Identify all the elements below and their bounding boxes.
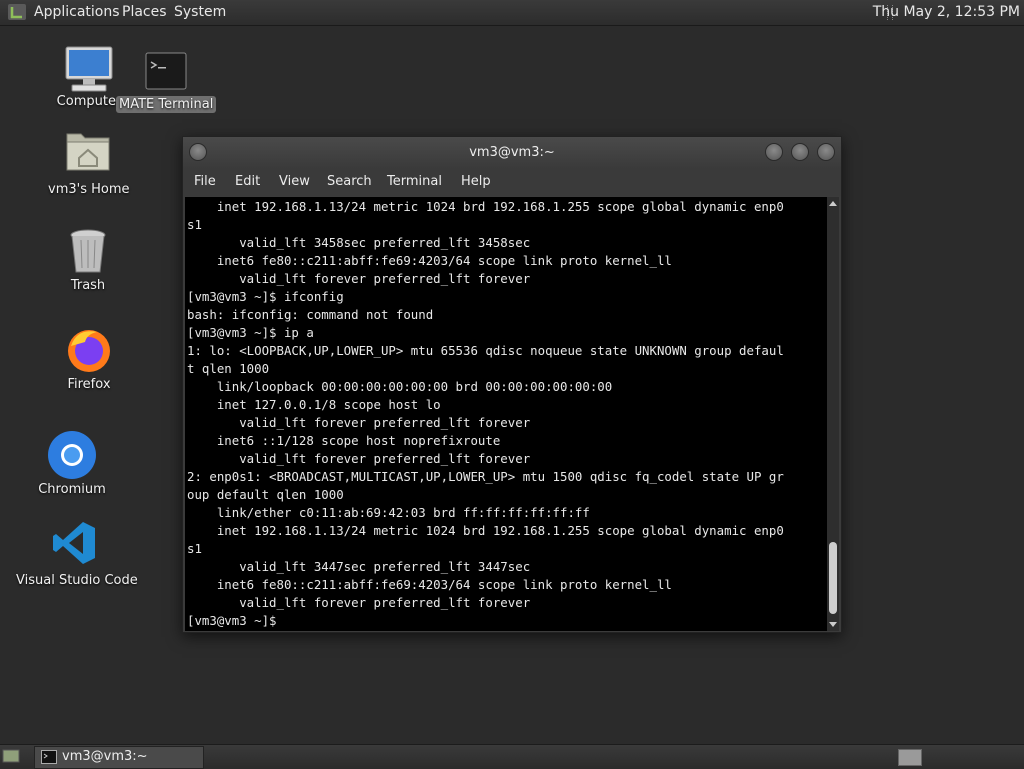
menu-edit[interactable]: Edit — [235, 174, 260, 189]
menu-search[interactable]: Search — [327, 174, 372, 189]
menu-view[interactable]: View — [279, 174, 310, 189]
taskbar-item-label: vm3@vm3:~ — [62, 749, 148, 764]
computer-icon — [65, 46, 113, 92]
menu-terminal[interactable]: Terminal — [387, 174, 442, 189]
terminal-line: [vm3@vm3 ~]$ ifconfig — [187, 289, 344, 304]
terminal-line: oup default qlen 1000 — [187, 487, 344, 502]
mate-menu-icon[interactable] — [8, 4, 26, 20]
terminal-line: [vm3@vm3 ~]$ — [187, 613, 284, 628]
terminal-line: inet 192.168.1.13/24 metric 1024 brd 192… — [216, 199, 784, 214]
terminal-icon — [41, 750, 57, 764]
scrollbar-thumb[interactable] — [829, 542, 837, 614]
workspace-switcher[interactable] — [898, 749, 922, 766]
terminal-menubar: File Edit View Search Terminal Help — [183, 169, 841, 196]
firefox-icon — [68, 330, 110, 372]
vscode-icon — [53, 522, 95, 564]
terminal-line: t qlen 1000 — [187, 361, 270, 376]
clock[interactable]: Thu May 2, 12:53 PM — [873, 4, 1020, 20]
system-menu[interactable]: System — [174, 4, 226, 20]
minimize-button[interactable] — [765, 143, 783, 161]
desktop-icon-label: Visual Studio Code — [16, 573, 138, 588]
terminal-line: 2: enp0s1: <BROADCAST,MULTICAST,UP,LOWER… — [187, 469, 784, 484]
taskbar-item-terminal[interactable]: vm3@vm3:~ — [34, 746, 204, 769]
terminal-output[interactable]: inet 192.168.1.13/24 metric 1024 brd 192… — [185, 197, 827, 631]
terminal-line: 1: lo: <LOOPBACK,UP,LOWER_UP> mtu 65536 … — [187, 343, 784, 358]
show-desktop-icon[interactable] — [2, 748, 20, 764]
terminal-line: bash: ifconfig: command not found — [187, 307, 434, 322]
terminal-line: s1 — [187, 217, 202, 232]
window-titlebar[interactable]: vm3@vm3:~ — [183, 137, 841, 169]
terminal-line: valid_lft 3458sec preferred_lft 3458sec — [239, 235, 531, 250]
close-button[interactable] — [817, 143, 835, 161]
terminal-line: valid_lft 3447sec preferred_lft 3447sec — [239, 559, 531, 574]
desktop-icon-vscode[interactable]: Visual Studio Code — [16, 520, 138, 588]
terminal-line: inet6 fe80::c211:abff:fe69:4203/64 scope… — [216, 253, 672, 268]
terminal-line: link/loopback 00:00:00:00:00:00 brd 00:0… — [216, 379, 613, 394]
desktop-icon-computer[interactable]: Computer — [56, 46, 122, 109]
terminal-text: inet 192.168.1.13/24 metric 1024 brd 192… — [187, 198, 784, 630]
desktop-icon-label: Chromium — [38, 482, 106, 497]
places-menu[interactable]: Places — [122, 4, 167, 20]
terminal-line: valid_lft forever preferred_lft forever — [239, 595, 531, 610]
applications-menu[interactable]: Applications — [34, 4, 120, 20]
top-panel: Applications Places System Thu May 2, 12… — [0, 0, 1024, 26]
desktop-icon-label: vm3's Home — [48, 182, 130, 197]
terminal-line: link/ether c0:11:ab:69:42:03 brd ff:ff:f… — [216, 505, 590, 520]
terminal-scrollbar[interactable] — [827, 197, 839, 631]
terminal-line: inet 192.168.1.13/24 metric 1024 brd 192… — [216, 523, 784, 538]
scroll-up-arrow-icon[interactable] — [829, 201, 837, 206]
menu-file[interactable]: File — [194, 174, 216, 189]
terminal-line: s1 — [187, 541, 202, 556]
desktop-icon-home[interactable]: vm3's Home — [48, 128, 130, 197]
desktop-icon-label: Firefox — [67, 377, 111, 392]
terminal-line: inet6 ::1/128 scope host noprefixroute — [216, 433, 501, 448]
maximize-button[interactable] — [791, 143, 809, 161]
menu-help[interactable]: Help — [461, 174, 491, 189]
desktop-icon-firefox[interactable]: Firefox — [58, 326, 120, 392]
chromium-icon — [48, 431, 96, 479]
desktop-icon-chromium[interactable]: Chromium — [36, 430, 108, 497]
terminal-line: valid_lft forever preferred_lft forever — [239, 271, 531, 286]
terminal-line: valid_lft forever preferred_lft forever — [239, 451, 531, 466]
home-folder-icon — [66, 133, 110, 171]
scroll-down-arrow-icon[interactable] — [829, 622, 837, 627]
terminal-line: inet6 fe80::c211:abff:fe69:4203/64 scope… — [216, 577, 672, 592]
terminal-line: inet 127.0.0.1/8 scope host lo — [216, 397, 441, 412]
terminal-window[interactable]: vm3@vm3:~ File Edit View Search Terminal… — [182, 136, 842, 633]
desktop-icon-label: MATE Terminal — [116, 96, 216, 113]
terminal-line: valid_lft forever preferred_lft forever — [239, 415, 531, 430]
window-title: vm3@vm3:~ — [469, 145, 555, 160]
desktop-icon-label: Computer — [56, 94, 122, 109]
desktop-icon-label: Trash — [70, 278, 106, 293]
trash-icon — [70, 229, 106, 273]
bottom-panel: vm3@vm3:~ — [0, 744, 1024, 769]
terminal-icon — [145, 52, 187, 90]
terminal-line: [vm3@vm3 ~]$ ip a — [187, 325, 314, 340]
desktop-icon-mate-terminal[interactable]: MATE Terminal — [116, 52, 216, 113]
window-menu-icon[interactable] — [189, 143, 207, 161]
desktop-icon-trash[interactable]: Trash — [58, 228, 118, 293]
